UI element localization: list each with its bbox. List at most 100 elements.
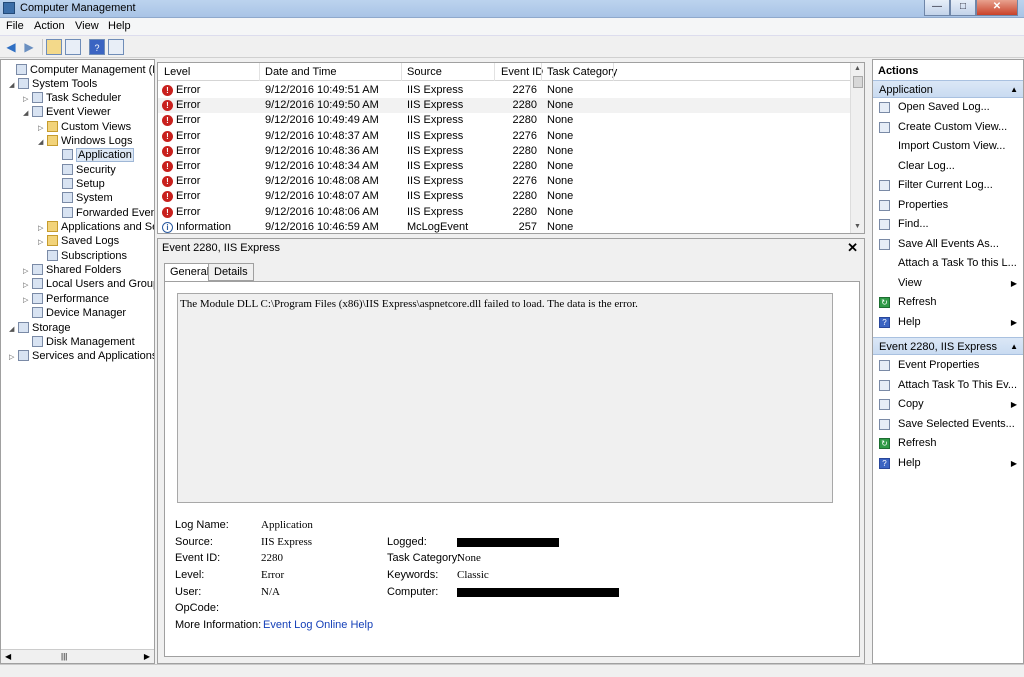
expand-toggle-icon[interactable]: ◢ [9, 79, 18, 93]
tree-item[interactable]: Device Manager [23, 306, 126, 320]
tree-item[interactable]: ▷ Task Scheduler [23, 91, 121, 105]
tree-item-label: System [76, 192, 113, 204]
table-row[interactable]: ! Error 9/12/2016 10:49:51 AM IIS Express 22… [158, 83, 850, 98]
action-item[interactable]: ? Help ▶ [873, 455, 1023, 472]
action-item[interactable]: View ▶ [873, 275, 1023, 292]
event-log-online-help-link[interactable]: Event Log Online Help [263, 619, 373, 631]
tree-item[interactable]: ▷ Local Users and Groups [23, 277, 155, 293]
user-label: User: [175, 586, 202, 598]
collapse-up-icon[interactable]: ▲ [1010, 81, 1018, 99]
action-item[interactable]: Copy ▶ [873, 396, 1023, 413]
tree-item[interactable]: ◢ Event Viewer [23, 105, 111, 119]
action-item[interactable]: Find... [873, 216, 1023, 233]
table-row[interactable]: ! Error 9/12/2016 10:49:49 AM IIS Express 22… [158, 113, 850, 128]
action-item[interactable]: Attach Task To This Ev... [873, 377, 1023, 394]
scroll-left-icon[interactable]: ◀ [5, 652, 11, 661]
forward-arrow-icon[interactable]: ▶ [21, 39, 37, 55]
help-icon[interactable]: ? [89, 39, 105, 55]
tree-item[interactable]: System [53, 191, 113, 205]
tree-item[interactable]: Subscriptions [38, 249, 127, 263]
action-item[interactable]: Attach a Task To this L... [873, 255, 1023, 272]
table-row[interactable]: ! Error 9/12/2016 10:48:37 AM IIS Express 22… [158, 129, 850, 144]
expand-toggle-icon[interactable]: ◢ [38, 136, 47, 150]
tree-item-label: Setup [76, 178, 105, 190]
menu-file[interactable]: File [6, 20, 24, 32]
expand-toggle-icon[interactable]: ▷ [23, 279, 32, 293]
column-date-time[interactable]: Date and Time [265, 66, 337, 78]
user-value: N/A [261, 586, 280, 598]
tree-item[interactable]: ▷ Applications and Se [38, 220, 154, 234]
events-scrollbar[interactable]: ▲ ▼ [850, 63, 864, 233]
tree-item[interactable]: ▷ Saved Logs [38, 234, 119, 248]
tree-item[interactable]: Forwarded Event [53, 206, 154, 220]
back-arrow-icon[interactable]: ◀ [3, 39, 19, 55]
scroll-right-icon[interactable]: ▶ [144, 652, 150, 661]
expand-toggle-icon[interactable]: ▷ [9, 351, 18, 365]
actions-section-event[interactable]: Event 2280, IIS Express ▲ [873, 337, 1023, 355]
action-item[interactable]: Save Selected Events... [873, 416, 1023, 433]
scroll-thumb[interactable]: ||| [61, 652, 67, 661]
expand-toggle-icon[interactable]: ▷ [38, 236, 47, 250]
detail-close-icon[interactable]: ✕ [847, 240, 858, 256]
action-item[interactable]: Event Properties [873, 357, 1023, 374]
menu-action[interactable]: Action [34, 20, 65, 32]
tree-item[interactable]: ▷ Services and Applications [9, 349, 154, 365]
up-folder-icon[interactable] [46, 39, 62, 55]
minimize-button[interactable]: — [924, 0, 950, 16]
table-row[interactable]: ! Error 9/12/2016 10:48:34 AM IIS Express 22… [158, 159, 850, 174]
tree-item[interactable]: Setup [53, 177, 105, 191]
event-message[interactable]: The Module DLL C:\Program Files (x86)\II… [177, 293, 833, 503]
expand-toggle-icon[interactable]: ◢ [9, 323, 18, 337]
column-source[interactable]: Source [407, 66, 442, 78]
action-item[interactable]: Import Custom View... [873, 138, 1023, 155]
tree-item[interactable]: ▷ Custom Views [38, 120, 131, 134]
tree-item[interactable]: Security [53, 163, 116, 177]
cell-task-category: None [547, 205, 574, 218]
column-level[interactable]: Level [164, 66, 190, 78]
table-row[interactable]: i Information 9/12/2016 10:46:59 AM McLogEv… [158, 220, 850, 233]
tree-item[interactable]: Application [53, 148, 134, 162]
tree-item[interactable]: ▷ Shared Folders [23, 263, 121, 277]
action-item[interactable]: Save All Events As... [873, 236, 1023, 253]
action-item[interactable]: Create Custom View... [873, 119, 1023, 136]
tree-item[interactable]: Disk Management [23, 335, 135, 349]
table-row[interactable]: ! Error 9/12/2016 10:48:06 AM IIS Express 22… [158, 205, 850, 220]
action-item-label: Open Saved Log... [898, 101, 990, 113]
maximize-button[interactable]: □ [950, 0, 976, 16]
show-hide-action-pane-icon[interactable] [108, 39, 124, 55]
table-row[interactable]: ! Error 9/12/2016 10:48:07 AM IIS Express 22… [158, 189, 850, 204]
actions-section-application[interactable]: Application ▲ [873, 80, 1023, 98]
tree-item[interactable]: Computer Management (Local [7, 63, 154, 77]
detail-title: Event 2280, IIS Express [162, 242, 281, 254]
expand-toggle-icon[interactable]: ◢ [23, 107, 32, 121]
error-icon: ! [162, 100, 173, 112]
action-item[interactable]: Clear Log... [873, 158, 1023, 175]
column-task-category[interactable]: Task Category [547, 66, 617, 78]
menu-view[interactable]: View [75, 20, 99, 32]
collapse-up-icon[interactable]: ▲ [1010, 338, 1018, 356]
table-row[interactable]: ! Error 9/12/2016 10:48:36 AM IIS Express 22… [158, 144, 850, 159]
tab-details[interactable]: Details [208, 263, 254, 281]
table-row[interactable]: ! Error 9/12/2016 10:49:50 AM IIS Express 22… [158, 98, 850, 114]
menu-help[interactable]: Help [108, 20, 131, 32]
submenu-arrow-icon: ▶ [1010, 400, 1017, 409]
action-item[interactable]: Open Saved Log... [873, 99, 1023, 116]
action-item[interactable]: ↻ Refresh [873, 435, 1023, 452]
show-hide-tree-icon[interactable] [65, 39, 81, 55]
tree-item-label: Local Users and Groups [46, 278, 155, 290]
tree-item[interactable]: ◢ Windows Logs [38, 134, 133, 148]
tree-item[interactable]: ◢ System Tools [9, 77, 97, 91]
cell-task-category: None [547, 160, 574, 172]
tree-item[interactable]: ◢ Storage [9, 321, 71, 335]
column-event-id[interactable]: Event ID [501, 66, 543, 78]
tree-item[interactable]: ▷ Performance [23, 292, 109, 306]
action-item[interactable]: ↻ Refresh [873, 294, 1023, 311]
action-item[interactable]: Properties [873, 197, 1023, 214]
action-item[interactable]: ? Help ▶ [873, 314, 1023, 331]
error-icon: ! [162, 191, 173, 203]
action-item[interactable]: Filter Current Log... [873, 177, 1023, 194]
close-button[interactable]: ✕ [976, 0, 1018, 16]
save-icon [879, 418, 890, 430]
table-row[interactable]: ! Error 9/12/2016 10:48:08 AM IIS Express 22… [158, 174, 850, 189]
tree-horizontal-scrollbar[interactable]: ◀ ||| ▶ [1, 649, 154, 663]
